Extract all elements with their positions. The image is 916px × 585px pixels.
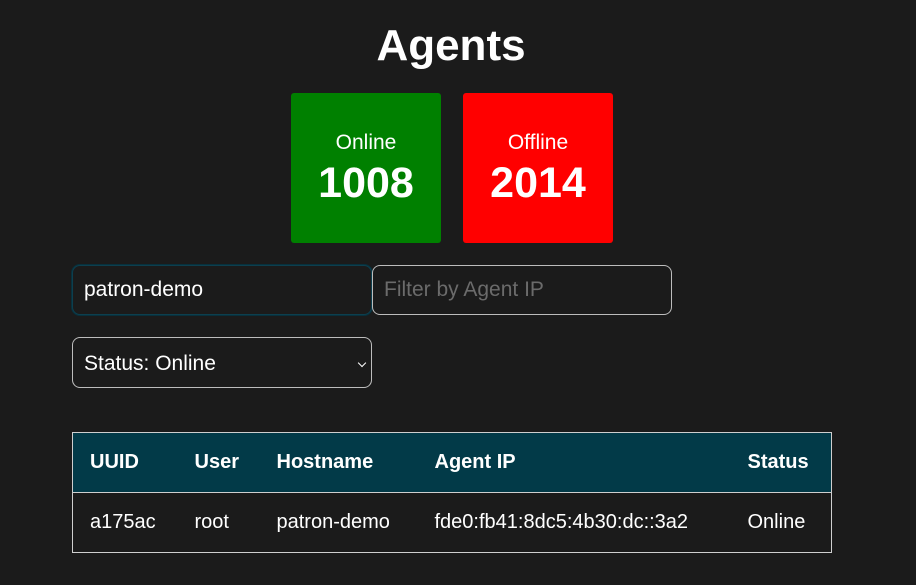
cell-user: root [177,492,260,553]
table-header-row: UUID User Hostname Agent IP Status [72,432,832,493]
offline-label: Offline [507,131,569,154]
status-filter-select[interactable]: Status: Online [72,337,372,388]
cell-uuid: a175ac [72,492,178,553]
page-title: Agents [376,21,526,70]
cell-status: Online [730,492,832,553]
agents-table: UUID User Hostname Agent IP Status a175a… [72,432,832,553]
online-label: Online [335,131,397,154]
offline-count-card: Offline 2014 [463,93,613,243]
hostname-filter-input[interactable] [72,265,372,315]
column-header-uuid[interactable]: UUID [73,433,178,493]
agent-ip-filter-input[interactable] [372,265,672,315]
offline-count: 2014 [490,159,586,207]
online-count-card: Online 1008 [291,93,441,243]
table-row[interactable]: a175ac root patron-demo fde0:fb41:8dc5:4… [72,492,832,553]
online-count: 1008 [318,159,414,207]
column-header-hostname[interactable]: Hostname [260,433,418,493]
column-header-agent-ip[interactable]: Agent IP [418,433,731,493]
chevron-down-icon [357,358,367,368]
column-header-user[interactable]: User [178,433,260,493]
column-header-status[interactable]: Status [731,433,832,493]
status-filter-value: Status: Online [84,352,216,375]
cell-agent-ip: fde0:fb41:8dc5:4b30:dc::3a2 [417,492,731,553]
cell-hostname: patron-demo [259,492,418,553]
